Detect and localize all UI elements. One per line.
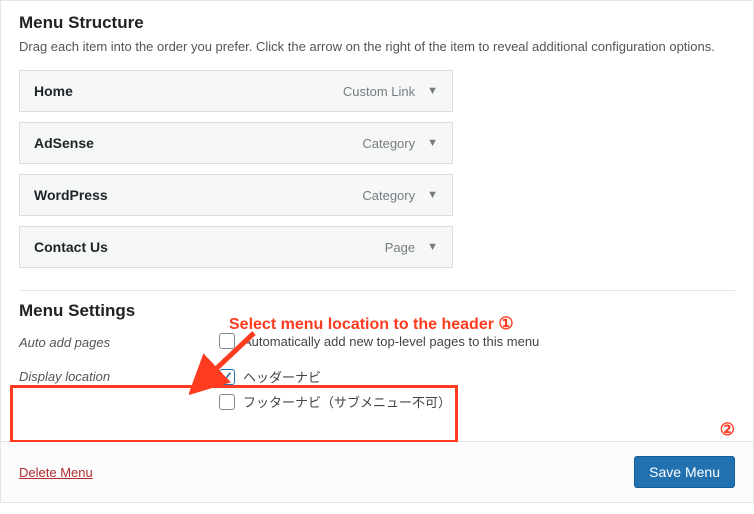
auto-add-option[interactable]: Automatically add new top-level pages to… [219, 333, 539, 349]
chevron-down-icon[interactable]: ▼ [427, 137, 438, 149]
chevron-down-icon[interactable]: ▼ [427, 241, 438, 253]
footer-nav-option[interactable]: フッターナビ（サブメニュー不可） [219, 392, 451, 411]
menu-item[interactable]: AdSense Category ▼ [19, 122, 453, 164]
auto-add-checkbox[interactable] [219, 333, 235, 349]
auto-add-label: Auto add pages [19, 333, 219, 350]
auto-add-text: Automatically add new top-level pages to… [243, 334, 539, 349]
divider [19, 290, 735, 291]
menu-item-type: Custom Link [343, 84, 415, 99]
menu-item-title: Home [34, 83, 343, 99]
menu-item-title: Contact Us [34, 239, 385, 255]
header-nav-text: ヘッダーナビ [243, 367, 321, 386]
menu-item-type: Page [385, 240, 415, 255]
chevron-down-icon[interactable]: ▼ [427, 85, 438, 97]
header-nav-option[interactable]: ヘッダーナビ [219, 367, 451, 386]
settings-heading: Menu Settings [19, 301, 735, 321]
save-menu-button[interactable]: Save Menu [634, 456, 735, 488]
header-nav-checkbox[interactable] [219, 369, 235, 385]
structure-description: Drag each item into the order you prefer… [19, 39, 735, 54]
auto-add-row: Auto add pages Automatically add new top… [19, 327, 735, 361]
chevron-down-icon[interactable]: ▼ [427, 189, 438, 201]
display-location-label: Display location [19, 367, 219, 384]
menu-item-type: Category [362, 188, 415, 203]
footer-nav-text: フッターナビ（サブメニュー不可） [243, 392, 451, 411]
footer-bar: Delete Menu Save Menu ② [0, 442, 754, 503]
delete-menu-link[interactable]: Delete Menu [19, 465, 93, 480]
menu-items-list: Home Custom Link ▼ AdSense Category ▼ Wo… [19, 70, 735, 268]
menu-item-type: Category [362, 136, 415, 151]
menu-item[interactable]: WordPress Category ▼ [19, 174, 453, 216]
menu-panel: Menu Structure Drag each item into the o… [0, 0, 754, 442]
menu-item[interactable]: Home Custom Link ▼ [19, 70, 453, 112]
structure-heading: Menu Structure [19, 13, 735, 33]
menu-item[interactable]: Contact Us Page ▼ [19, 226, 453, 268]
menu-item-title: AdSense [34, 135, 362, 151]
menu-item-title: WordPress [34, 187, 362, 203]
display-location-row: Display location ヘッダーナビ フッターナビ（サブメニュー不可） [19, 361, 735, 423]
footer-nav-checkbox[interactable] [219, 394, 235, 410]
